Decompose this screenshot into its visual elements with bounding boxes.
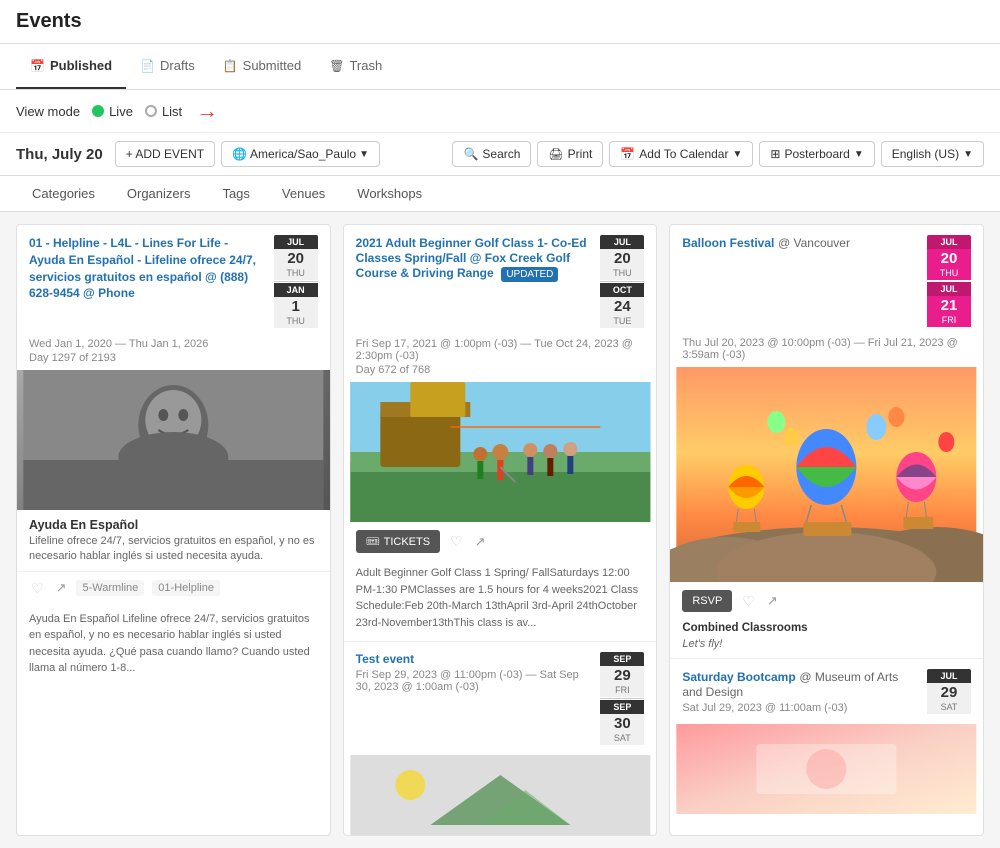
share-button-2[interactable]: ↗ (473, 532, 488, 552)
tab-submitted[interactable]: 📋 Submitted (209, 44, 316, 89)
event-image-3 (670, 367, 983, 582)
add-event-button[interactable]: + ADD EVENT (115, 141, 215, 167)
event-image-2 (344, 382, 657, 522)
event-actions-1: ♡ ↗ 5-Warmline 01-Helpline (17, 571, 330, 605)
event-image-1 (17, 370, 330, 510)
rsvp-button-3[interactable]: RSVP (682, 590, 732, 612)
posterboard-button[interactable]: ⊞ Posterboard ▼ (759, 141, 874, 167)
event-title-4[interactable]: Test event (356, 652, 593, 666)
tabs-bar: 📅 Published 📄 Drafts 📋 Submitted 🗑 Trash (0, 44, 1000, 90)
tab-published[interactable]: 📅 Published (16, 44, 126, 89)
timezone-button[interactable]: 🌐 America/Sao_Paulo ▼ (221, 141, 380, 167)
event-venue-3: @ Vancouver (778, 236, 850, 250)
submitted-icon: 📋 (223, 59, 238, 73)
updated-badge-2: UPDATED (501, 267, 558, 282)
chevron-poster-icon: ▼ (854, 149, 864, 160)
search-icon: 🔍 (463, 147, 478, 161)
filter-tabs: Categories Organizers Tags Venues Worksh… (0, 176, 1000, 212)
event-image-5 (670, 724, 983, 814)
page-header: Events 📅 Published 📄 Drafts 📋 Submitted … (0, 0, 1000, 212)
heart-button-2[interactable]: ♡ (448, 531, 465, 552)
trash-icon: 🗑 (329, 59, 344, 73)
heart-button-1[interactable]: ♡ (29, 578, 46, 599)
event-card-2: 2021 Adult Beginner Golf Class 1- Co-Ed … (343, 224, 658, 836)
ticket-icon: 🎟 (366, 535, 380, 548)
date-label: Thu, July 20 (16, 146, 103, 163)
tab-trash[interactable]: 🗑 Trash (315, 44, 396, 89)
event-card-3: Balloon Festival @ Vancouver JUL 20 THU … (669, 224, 984, 836)
event-description-1: Ayuda En Español Lifeline ofrece 24/7, s… (17, 605, 330, 687)
drafts-icon: 📄 (140, 59, 155, 73)
filter-tab-tags[interactable]: Tags (206, 176, 265, 211)
event-actions-3: RSVP ♡ ↗ (670, 582, 983, 620)
event-tagline-3: Let's fly! (670, 636, 983, 658)
filter-tab-categories[interactable]: Categories (16, 176, 111, 211)
event-image-4 (344, 755, 657, 835)
posterboard-icon: ⊞ (770, 147, 780, 161)
language-button[interactable]: English (US) ▼ (881, 141, 984, 167)
view-mode-bar: View mode Live List → (0, 90, 1000, 133)
view-mode-label: View mode (16, 104, 80, 119)
page-title: Events (16, 10, 82, 32)
tab-drafts[interactable]: 📄 Drafts (126, 44, 209, 89)
globe-icon: 🌐 (232, 147, 247, 161)
event-date-range-1: Wed Jan 1, 2020 — Thu Jan 1, 2026 (17, 338, 330, 352)
filter-tab-venues[interactable]: Venues (266, 176, 341, 211)
chevron-down-icon: ▼ (359, 149, 369, 160)
filter-tab-organizers[interactable]: Organizers (111, 176, 207, 211)
event-title-1[interactable]: 01 - Helpline - L4L - Lines For Life - A… (29, 235, 266, 302)
event-date-range-2: Fri Sep 17, 2021 @ 1:00pm (-03) — Tue Oc… (344, 338, 657, 364)
heart-button-3[interactable]: ♡ (740, 591, 757, 612)
published-icon: 📅 (30, 59, 45, 73)
tag-label-1a: 5-Warmline (76, 580, 144, 596)
event-title-3[interactable]: Balloon Festival (682, 236, 774, 250)
share-button-1[interactable]: ↗ (54, 578, 69, 598)
event-day-count-2: Day 672 of 768 (344, 364, 657, 382)
tickets-button-2[interactable]: 🎟 TICKETS (356, 530, 440, 553)
share-button-3[interactable]: ↗ (765, 591, 780, 611)
chevron-calendar-icon: ▼ (732, 149, 742, 160)
add-event-label: + ADD EVENT (126, 147, 204, 161)
live-radio[interactable]: Live (92, 104, 133, 119)
add-to-calendar-button[interactable]: 📅 Add To Calendar ▼ (609, 141, 753, 167)
print-icon: 🖨 (548, 147, 563, 161)
event-title-5[interactable]: Saturday Bootcamp (682, 670, 795, 684)
event-actions-2: 🎟 TICKETS ♡ ↗ (344, 522, 657, 561)
toolbar: Thu, July 20 + ADD EVENT 🌐 America/Sao_P… (0, 133, 1000, 176)
event-caption-1: Ayuda En Español (17, 510, 330, 534)
print-button[interactable]: 🖨 Print (537, 141, 603, 167)
calendar-icon: 📅 (620, 147, 635, 161)
chevron-lang-icon: ▼ (963, 149, 973, 160)
event-description-2: Adult Beginner Golf Class 1 Spring/ Fall… (344, 561, 657, 641)
event-card-1: 01 - Helpline - L4L - Lines For Life - A… (16, 224, 331, 836)
tag-label-1b: 01-Helpline (152, 580, 220, 596)
event-subcaption-1: Lifeline ofrece 24/7, servicios gratuito… (17, 534, 330, 571)
list-radio-dot (145, 105, 157, 117)
event-date-range-4: Fri Sep 29, 2023 @ 11:00pm (-03) — Sat S… (356, 669, 593, 693)
search-button[interactable]: 🔍 Search (452, 141, 531, 167)
live-radio-dot (92, 105, 104, 117)
filter-tab-workshops[interactable]: Workshops (341, 176, 438, 211)
event-day-count-1: Day 1297 of 2193 (17, 352, 330, 370)
arrow-indicator: → (196, 98, 218, 124)
events-grid: 01 - Helpline - L4L - Lines For Life - A… (0, 212, 1000, 848)
list-radio[interactable]: List (145, 104, 182, 119)
event-venue-name-3: Combined Classrooms (670, 620, 983, 636)
event-date-range-5: Sat Jul 29, 2023 @ 11:00am (-03) (682, 702, 919, 714)
event-date-range-3: Thu Jul 20, 2023 @ 10:00pm (-03) — Fri J… (670, 337, 983, 367)
